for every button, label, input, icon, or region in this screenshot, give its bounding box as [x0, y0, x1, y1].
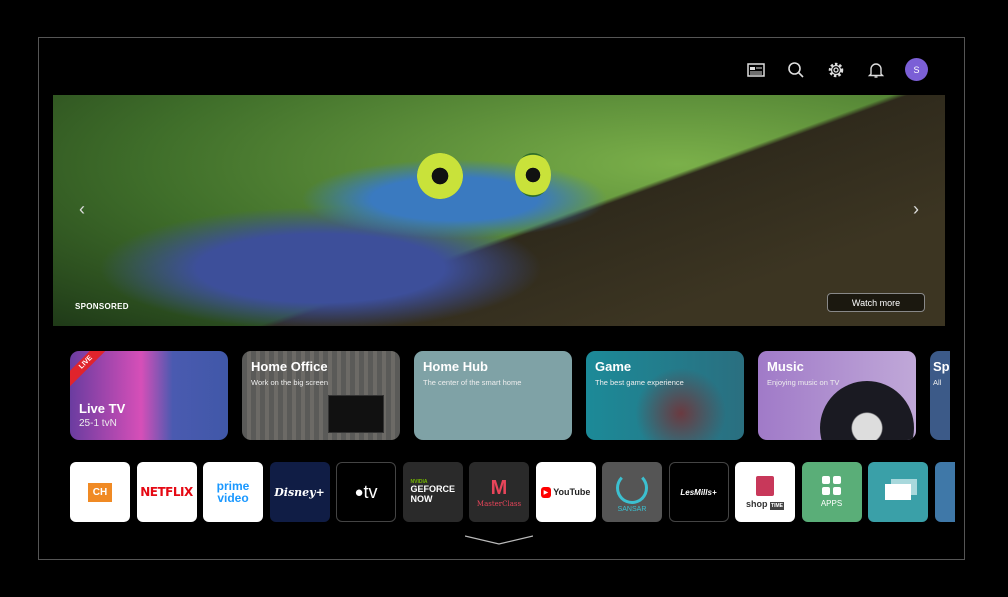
apple-icon: ● [354, 483, 364, 501]
app-label: Disney+ [274, 485, 325, 499]
app-label: shop [746, 498, 768, 509]
card-title: Home Hub [423, 359, 488, 374]
app-apps[interactable]: APPS [801, 462, 862, 522]
card-home-office[interactable]: Home Office Work on the big screen [242, 351, 400, 440]
app-label: prime video [216, 479, 250, 505]
card-title: Home Office [251, 359, 328, 374]
app-lesmills[interactable]: LesMills+ [668, 462, 729, 522]
tv-image [328, 395, 384, 433]
app-label: NETFLIX [140, 485, 193, 499]
watch-more-button[interactable]: Watch more [827, 293, 925, 312]
app-masterclass[interactable]: M MasterClass [469, 462, 529, 522]
app-screen-share[interactable] [868, 462, 928, 522]
live-badge: LIVE [70, 351, 112, 388]
card-live-tv[interactable]: LIVE Live TV 25-1 tvN [70, 351, 228, 440]
search-icon[interactable] [785, 59, 807, 81]
bell-icon[interactable] [865, 59, 887, 81]
app-bar: CH NETFLIX prime video Disney+ ● tv NVIDI… [70, 462, 955, 522]
card-title: Game [595, 359, 632, 374]
play-icon: ▶ [540, 486, 552, 498]
app-apple-tv[interactable]: ● tv [336, 462, 396, 522]
screen-share-icon [885, 484, 911, 500]
shopping-bag-icon [756, 475, 774, 496]
card-subtitle: Work on the big screen [251, 378, 328, 387]
app-label: APPS [820, 499, 843, 508]
dragon-eye [417, 153, 463, 199]
card-title: Live TV [79, 401, 126, 416]
apps-grid-icon [822, 476, 841, 495]
card-home-hub[interactable]: Home Hub The center of the smart home [414, 351, 572, 440]
card-subtitle: The best game experience [595, 378, 684, 387]
top-bar: S [745, 58, 928, 81]
sansar-ring-icon [616, 471, 648, 504]
app-shoptime[interactable]: shop TIME [735, 462, 795, 522]
app-label: tv [363, 481, 378, 502]
sponsored-label: SPONSORED [75, 302, 129, 311]
hero-banner[interactable]: ‹ › SPONSORED Watch more [53, 95, 945, 326]
chevron-down-icon[interactable] [465, 534, 533, 546]
card-game[interactable]: Game The best game experience [586, 351, 744, 440]
app-youtube[interactable]: ▶ YouTube [535, 462, 596, 522]
app-prime-video[interactable]: prime video [203, 462, 263, 522]
card-sports-partial[interactable]: Sp All [930, 351, 950, 440]
settings-gear-icon[interactable] [825, 59, 847, 81]
app-label: MasterClass [476, 499, 522, 508]
card-music[interactable]: Music Enjoying music on TV [758, 351, 916, 440]
profile-avatar[interactable]: S [905, 58, 928, 81]
vinyl-record-image [820, 381, 914, 440]
app-label-suffix: TIME [770, 501, 784, 510]
card-title: Music [767, 359, 804, 374]
category-cards: LIVE Live TV 25-1 tvN Home Office Work on… [70, 351, 950, 440]
app-sansar[interactable]: SANSAR [602, 462, 662, 522]
app-label: CH [87, 482, 113, 502]
guide-icon[interactable] [745, 59, 767, 81]
card-subtitle: 25-1 tvN [79, 418, 117, 429]
app-label: GEFORCE NOW [410, 484, 456, 504]
dragon-eye [515, 153, 551, 197]
app-netflix[interactable]: NETFLIX [136, 462, 197, 522]
card-title: Sp [933, 359, 950, 374]
app-label: YouTube [553, 487, 591, 497]
app-label: LesMills+ [680, 487, 717, 497]
masterclass-logo-icon: M [490, 476, 508, 499]
app-geforce-now[interactable]: NVIDIA GEFORCE NOW [402, 462, 463, 522]
tv-home-screen: S ‹ › SPONSORED Watch more LIVE Live TV … [38, 37, 965, 560]
app-channels[interactable]: CH [70, 462, 130, 522]
card-subtitle: All [933, 378, 942, 387]
hero-prev-button[interactable]: ‹ [79, 199, 85, 220]
app-label: SANSAR [617, 505, 647, 513]
app-input-partial[interactable] [934, 462, 955, 522]
card-subtitle: The center of the smart home [423, 378, 522, 387]
app-disney-plus[interactable]: Disney+ [269, 462, 330, 522]
hero-next-button[interactable]: › [913, 199, 919, 220]
